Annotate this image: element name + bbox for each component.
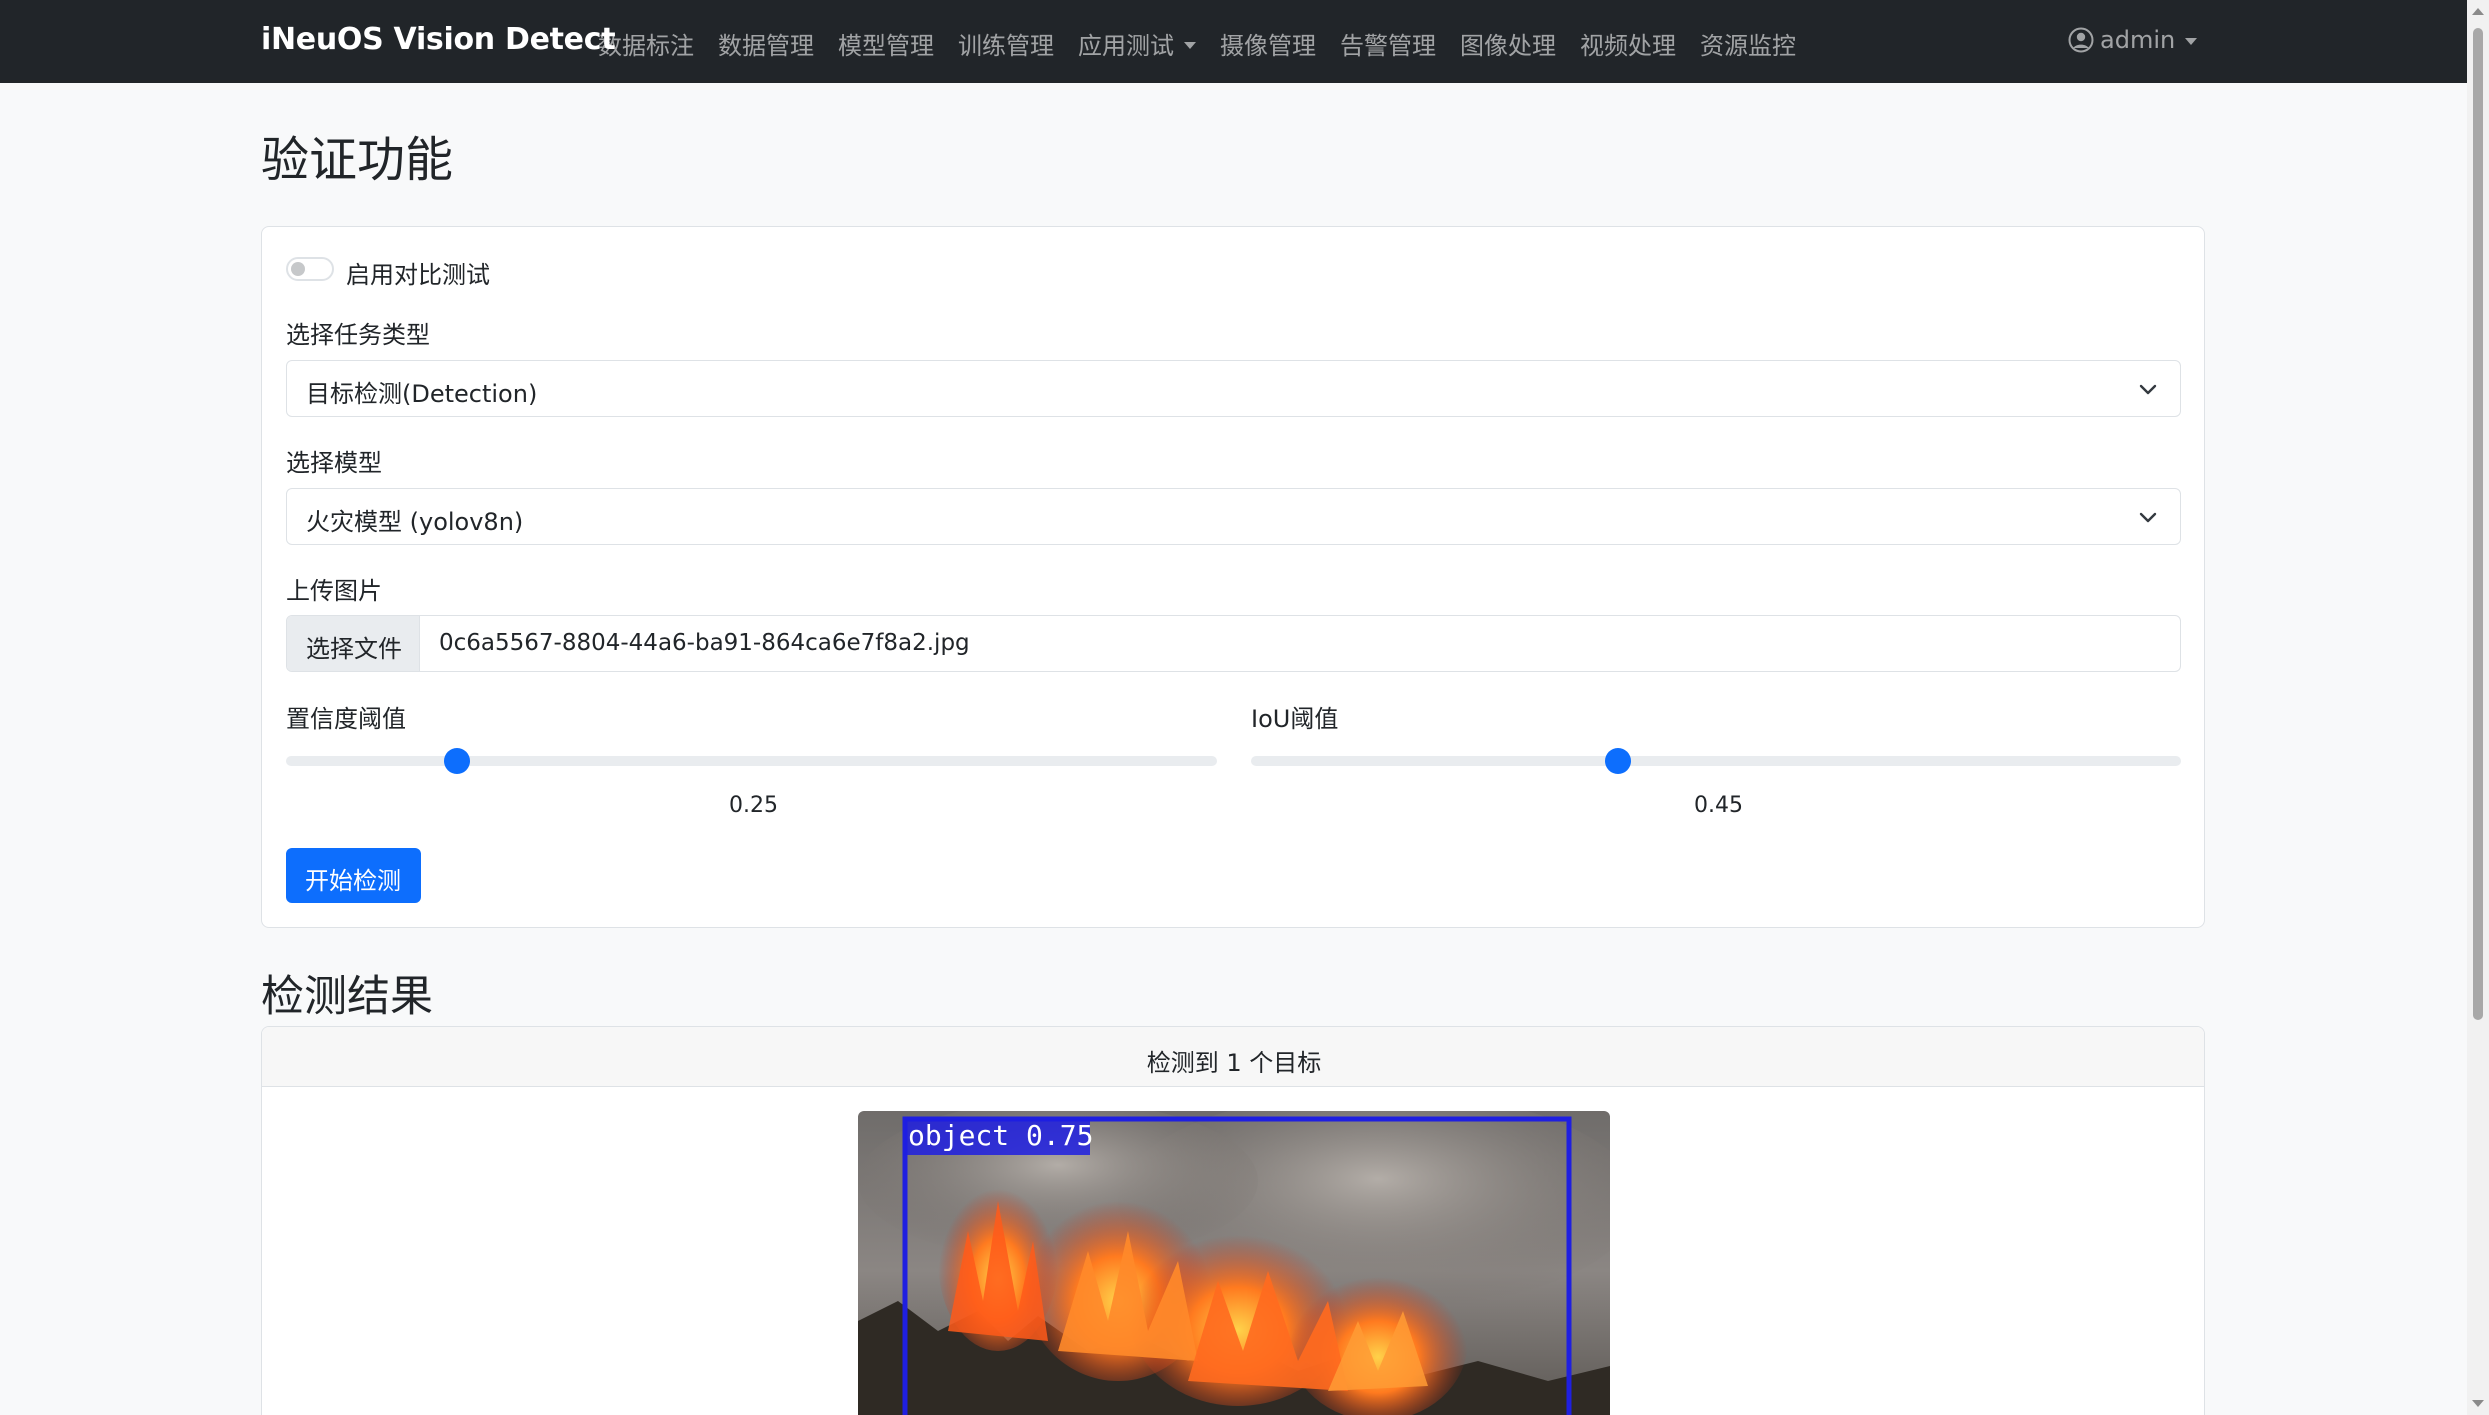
nav-item-label: 训练管理 [958, 32, 1054, 60]
page-scrollbar[interactable] [2467, 0, 2489, 1415]
result-card-header: 检测到 1 个目标 [262, 1027, 2204, 1087]
model-value: 火灾模型 (yolov8n) [306, 508, 524, 536]
task-type-select[interactable]: 目标检测(Detection) [286, 360, 2181, 417]
nav-item-alarm-management[interactable]: 告警管理 [1340, 26, 1436, 61]
nav-item-app-testing-dropdown[interactable]: 应用测试 [1078, 26, 1196, 61]
detection-result-image: object 0.75 [858, 1111, 1610, 1415]
user-circle-icon [2068, 27, 2094, 53]
nav-item-training-management[interactable]: 训练管理 [958, 26, 1054, 61]
nav-item-label: 数据管理 [718, 32, 814, 60]
nav-item-resource-monitoring[interactable]: 资源监控 [1700, 26, 1796, 61]
nav-item-label: 数据标注 [598, 32, 694, 60]
chevron-down-icon [2139, 512, 2157, 523]
brand-logo[interactable]: iNeuOS Vision Detect [261, 22, 616, 57]
nav-item-image-processing[interactable]: 图像处理 [1460, 26, 1556, 61]
top-navbar: iNeuOS Vision Detect 数据标注 数据管理 模型管理 训练管理… [0, 0, 2467, 83]
nav-menu: 数据标注 数据管理 模型管理 训练管理 应用测试 摄像管理 告警管理 图像处理 … [598, 26, 1820, 61]
selected-file-name: 0c6a5567-8804-44a6-ba91-864ca6e7f8a2.jpg [439, 630, 970, 656]
nav-item-label: 模型管理 [838, 32, 934, 60]
nav-item-model-management[interactable]: 模型管理 [838, 26, 934, 61]
confidence-label: 置信度阈值 [286, 705, 406, 733]
nav-item-label: 告警管理 [1340, 32, 1436, 60]
iou-slider-thumb[interactable] [1605, 748, 1631, 774]
page-title: 验证功能 [261, 132, 454, 188]
scroll-up-arrow-icon[interactable] [2472, 8, 2484, 15]
task-type-value: 目标检测(Detection) [306, 380, 538, 408]
start-detection-button[interactable]: 开始检测 [286, 848, 421, 903]
confidence-slider-thumb[interactable] [444, 748, 470, 774]
results-title: 检测结果 [261, 972, 433, 1022]
detection-summary: 检测到 1 个目标 [1146, 1049, 1322, 1077]
iou-slider[interactable] [1251, 748, 2181, 774]
caret-down-icon [2185, 38, 2198, 45]
nav-item-video-processing[interactable]: 视频处理 [1580, 26, 1676, 61]
confidence-slider[interactable] [286, 748, 1217, 774]
iou-value: 0.45 [1694, 793, 1743, 818]
user-name: admin [2100, 26, 2176, 54]
start-detection-label: 开始检测 [305, 867, 401, 895]
nav-item-label: 应用测试 [1078, 32, 1174, 60]
toggle-knob [291, 262, 305, 276]
confidence-value: 0.25 [729, 793, 778, 818]
nav-item-camera-management[interactable]: 摄像管理 [1220, 26, 1316, 61]
caret-down-icon [1184, 41, 1196, 49]
model-label: 选择模型 [286, 449, 382, 477]
nav-item-data-management[interactable]: 数据管理 [718, 26, 814, 61]
nav-item-label: 摄像管理 [1220, 32, 1316, 60]
chevron-down-icon [2139, 384, 2157, 395]
nav-item-label: 资源监控 [1700, 32, 1796, 60]
compare-test-label: 启用对比测试 [346, 261, 490, 289]
choose-file-button[interactable]: 选择文件 [287, 616, 420, 671]
upload-label: 上传图片 [286, 577, 382, 605]
user-menu-dropdown[interactable]: admin [2068, 26, 2198, 54]
iou-label: IoU阈值 [1251, 705, 1339, 733]
validation-form-card: 启用对比测试 选择任务类型 目标检测(Detection) 选择模型 火灾模型 … [261, 226, 2205, 928]
nav-item-data-annotation[interactable]: 数据标注 [598, 26, 694, 61]
compare-test-toggle[interactable] [286, 257, 334, 281]
model-select[interactable]: 火灾模型 (yolov8n) [286, 488, 2181, 545]
image-file-input[interactable]: 选择文件 0c6a5567-8804-44a6-ba91-864ca6e7f8a… [286, 615, 2181, 672]
nav-item-label: 图像处理 [1460, 32, 1556, 60]
nav-item-label: 视频处理 [1580, 32, 1676, 60]
detection-label: object 0.75 [908, 1119, 1093, 1152]
scroll-down-arrow-icon[interactable] [2472, 1400, 2484, 1407]
task-type-label: 选择任务类型 [286, 321, 430, 349]
scrollbar-thumb[interactable] [2473, 28, 2483, 1020]
choose-file-label: 选择文件 [306, 635, 402, 663]
detection-result-card: 检测到 1 个目标 object 0.75 [261, 1026, 2205, 1415]
